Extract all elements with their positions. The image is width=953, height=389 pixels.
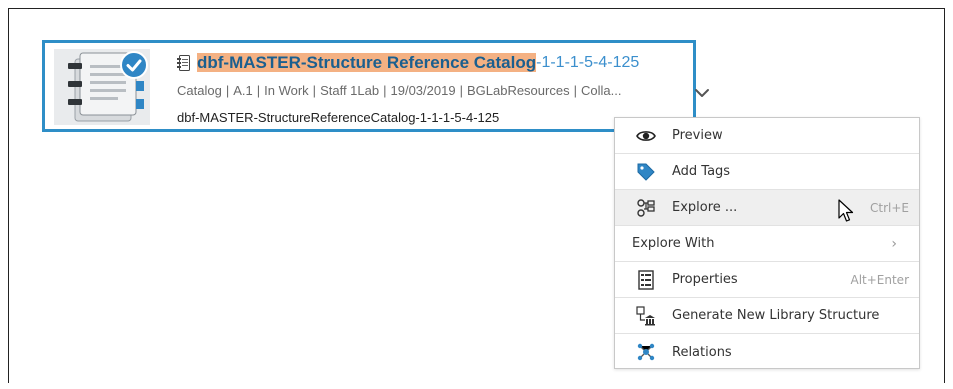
eye-icon — [636, 126, 656, 146]
library-structure-icon — [636, 305, 656, 326]
meta-separator: | — [312, 83, 317, 98]
meta-revision: A.1 — [233, 83, 253, 98]
tag-icon — [636, 162, 656, 182]
meta-collab-space: Colla... — [580, 83, 622, 98]
menu-item-label: Preview — [672, 128, 723, 143]
card-title-suffix[interactable]: -1-1-1-5-4-125 — [536, 54, 639, 72]
search-highlight: dbf-MASTER-Structure Reference Catalog — [197, 53, 537, 72]
meta-type: Catalog — [177, 83, 222, 98]
catalog-thumbnail[interactable] — [54, 49, 150, 125]
mouse-pointer-icon — [838, 199, 854, 222]
submenu-arrow-icon: › — [891, 235, 897, 252]
menu-item-add-tags[interactable]: Add Tags — [615, 154, 919, 190]
meta-separator: | — [225, 83, 230, 98]
meta-separator: | — [383, 83, 387, 98]
menu-item-shortcut: Ctrl+E — [870, 200, 909, 215]
menu-item-label: Properties — [672, 272, 738, 287]
menu-item-preview[interactable]: Preview — [615, 118, 919, 154]
card-metadata: Catalog | A.1 | In Work | Staff 1Lab | 19/03/201… — [177, 83, 621, 98]
meta-separator: | — [256, 83, 261, 98]
context-menu: Preview Add Tags Explore ... Ctrl+E Expl… — [614, 117, 920, 369]
menu-item-explore[interactable]: Explore ... Ctrl+E — [615, 190, 919, 226]
relations-icon — [636, 342, 656, 362]
meta-separator: | — [573, 83, 577, 98]
card-title[interactable]: dbf-MASTER-Structure Reference Catalog — [197, 53, 537, 73]
meta-state: In Work — [264, 83, 309, 98]
menu-item-shortcut: Alt+Enter — [850, 272, 909, 287]
menu-item-label: Relations — [672, 344, 732, 360]
menu-item-label: Generate New Library Structure — [672, 308, 880, 323]
card-object-name: dbf-MASTER-StructureReferenceCatalog-1-1… — [177, 110, 500, 125]
checkmark-badge-icon — [120, 51, 148, 79]
menu-item-explore-with[interactable]: Explore With › — [615, 226, 919, 262]
menu-item-label: Add Tags — [672, 164, 731, 179]
chevron-down-icon[interactable] — [694, 87, 710, 99]
properties-icon — [636, 269, 656, 290]
menu-item-label: Explore With — [632, 236, 715, 251]
meta-date: 19/03/2019 — [390, 83, 456, 98]
menu-item-properties[interactable]: Properties Alt+Enter — [615, 262, 919, 298]
card-title-row[interactable]: dbf-MASTER-Structure Reference Catalog -1… — [177, 52, 639, 74]
meta-separator: | — [459, 83, 463, 98]
meta-organization: BGLabResources — [466, 83, 570, 98]
meta-owner: Staff 1Lab — [320, 83, 380, 98]
menu-item-generate-library[interactable]: Generate New Library Structure — [615, 298, 919, 334]
catalog-type-icon — [177, 55, 190, 71]
explore-tree-icon — [636, 198, 656, 218]
menu-item-relations[interactable]: Relations — [615, 334, 919, 370]
catalog-card[interactable]: dbf-MASTER-Structure Reference Catalog -1… — [42, 40, 709, 132]
